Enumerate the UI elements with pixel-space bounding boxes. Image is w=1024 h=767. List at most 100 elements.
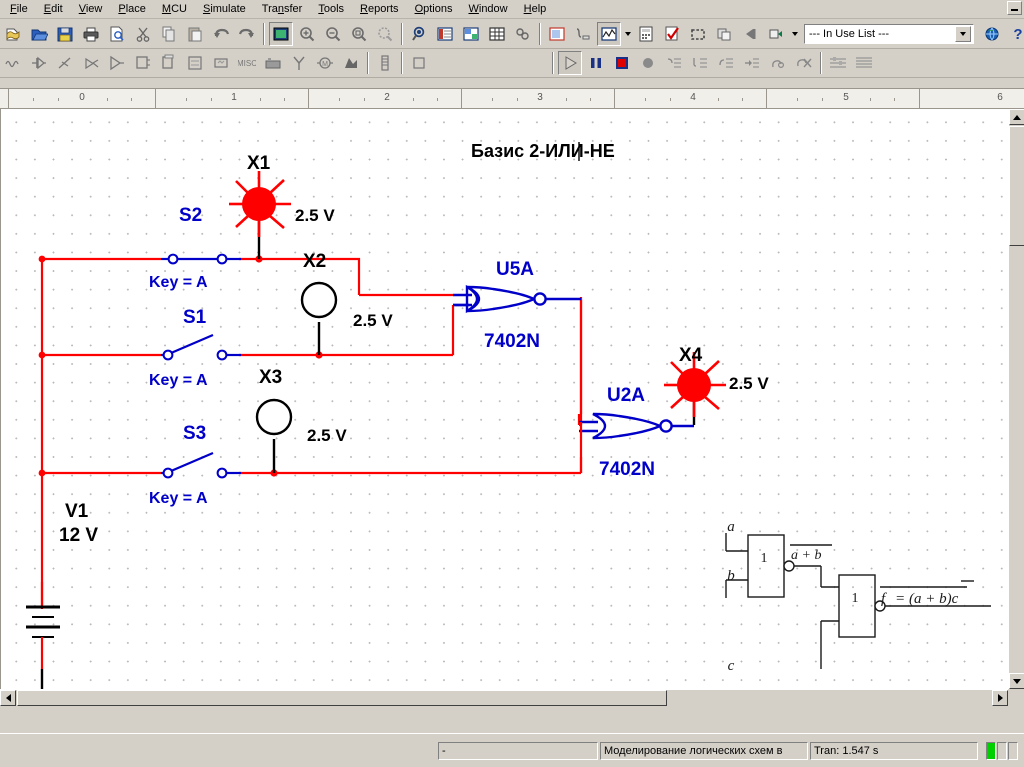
save-icon[interactable]	[53, 22, 77, 46]
menu-item-window[interactable]: Window	[460, 1, 515, 18]
misc-component-icon[interactable]	[287, 51, 311, 75]
ruler-label: 4	[690, 92, 696, 103]
transistor-component-icon[interactable]	[79, 51, 103, 75]
horizontal-scroll-thumb[interactable]	[17, 690, 667, 706]
mcu-module-icon[interactable]	[407, 51, 431, 75]
label-x4: X4	[679, 345, 703, 366]
zoom-out-icon[interactable]	[321, 22, 345, 46]
menu-item-place[interactable]: Place	[110, 1, 154, 18]
remove-breakpoints-icon[interactable]	[792, 51, 816, 75]
power-component-icon[interactable]	[261, 51, 285, 75]
analog-component-icon[interactable]	[105, 51, 129, 75]
back-annotate-icon[interactable]	[712, 22, 736, 46]
create-component-icon[interactable]	[511, 22, 535, 46]
chevron-down-icon[interactable]	[622, 23, 633, 45]
scroll-down-button[interactable]	[1009, 673, 1024, 689]
chevron-down-icon[interactable]	[789, 23, 800, 45]
menu-item-edit[interactable]: Edit	[36, 1, 71, 18]
copy-icon[interactable]	[157, 22, 181, 46]
step-out-icon[interactable]	[714, 51, 738, 75]
inset-output-lhs: f	[881, 591, 887, 607]
zoom-area-icon[interactable]	[347, 22, 371, 46]
in-use-list-combo[interactable]: --- In Use List ---	[804, 24, 974, 44]
horizontal-scrollbar[interactable]	[0, 689, 1008, 706]
mixed-component-icon[interactable]	[209, 51, 233, 75]
help-question-icon[interactable]: ?	[1006, 22, 1024, 46]
scroll-right-button[interactable]	[992, 690, 1008, 706]
forward-annotate-icon[interactable]	[738, 22, 762, 46]
label-x1-voltage: 2.5 V	[295, 206, 335, 225]
zoom-fit-icon[interactable]	[373, 22, 397, 46]
grapher-icon[interactable]	[545, 22, 569, 46]
ttl-component-icon[interactable]	[131, 51, 155, 75]
indicator-component-icon[interactable]: MISC	[235, 51, 259, 75]
memory-view-icon[interactable]	[826, 51, 850, 75]
record-icon[interactable]	[636, 51, 660, 75]
list-view-icon[interactable]	[852, 51, 876, 75]
vertical-scrollbar[interactable]	[1008, 109, 1024, 689]
in-use-list-dropdown-button[interactable]	[955, 26, 971, 42]
source-component-icon[interactable]	[1, 51, 25, 75]
inset-output-eq: =	[896, 591, 904, 607]
stop-simulation-icon[interactable]	[610, 51, 634, 75]
menu-item-file[interactable]: File	[2, 1, 36, 18]
step-over-icon[interactable]	[688, 51, 712, 75]
database-icon[interactable]	[485, 22, 509, 46]
standard-toolbar: --- In Use List --- ?	[0, 19, 1024, 49]
menu-item-view[interactable]: View	[71, 1, 111, 18]
postprocessor-icon[interactable]	[571, 22, 595, 46]
new-icon[interactable]	[1, 22, 25, 46]
schematic-canvas[interactable]: X1 2.5 V X2 2.5 V X3 2.5 V X4 2.5 V S2 K…	[0, 109, 1008, 689]
menu-item-help[interactable]: Help	[516, 1, 555, 18]
cmos-component-icon[interactable]	[157, 51, 181, 75]
misc-digital-icon[interactable]	[183, 51, 207, 75]
schematic-drawing: X1 2.5 V X2 2.5 V X3 2.5 V X4 2.5 V S2 K…	[1, 109, 1008, 689]
full-screen-icon[interactable]	[269, 22, 293, 46]
spreadsheet-view-icon[interactable]	[459, 22, 483, 46]
minimize-button[interactable]	[1007, 1, 1022, 15]
check-rules-icon[interactable]	[660, 22, 684, 46]
cut-icon[interactable]	[131, 22, 155, 46]
open-icon[interactable]	[27, 22, 51, 46]
switch-s3	[161, 453, 241, 477]
run-simulation-icon[interactable]	[558, 51, 582, 75]
paste-icon[interactable]	[183, 22, 207, 46]
electromechanical-icon[interactable]	[339, 51, 363, 75]
diode-component-icon[interactable]	[53, 51, 77, 75]
menu-item-tools[interactable]: Tools	[310, 1, 352, 18]
analysis-graph-icon[interactable]	[597, 22, 621, 46]
menu-item-options[interactable]: Options	[407, 1, 461, 18]
redo-icon[interactable]	[235, 22, 259, 46]
menu-item-simulate[interactable]: Simulate	[195, 1, 254, 18]
scroll-left-button[interactable]	[0, 690, 16, 706]
step-into-icon[interactable]	[662, 51, 686, 75]
pause-simulation-icon[interactable]	[584, 51, 608, 75]
basic-component-icon[interactable]	[27, 51, 51, 75]
toolbar-separator	[263, 23, 265, 45]
print-icon[interactable]	[79, 22, 103, 46]
menu-item-mcu[interactable]: MCU	[154, 1, 195, 18]
undo-icon[interactable]	[209, 22, 233, 46]
probe-x1	[229, 171, 291, 259]
capture-screen-area-icon[interactable]	[686, 22, 710, 46]
scroll-up-button[interactable]	[1009, 109, 1024, 125]
inset-input-b: b	[727, 568, 735, 584]
globe-icon[interactable]	[980, 22, 1004, 46]
menu-item-reports[interactable]: Reports	[352, 1, 407, 18]
magnify-icon[interactable]	[407, 22, 431, 46]
rf-component-icon[interactable]: M	[313, 51, 337, 75]
vertical-scroll-thumb[interactable]	[1009, 126, 1024, 246]
design-toolbox-icon[interactable]	[433, 22, 457, 46]
svg-text:M: M	[322, 61, 328, 68]
toggle-breakpoint-icon[interactable]	[766, 51, 790, 75]
multisim-window: File Edit View Place MCU Simulate Transf…	[0, 0, 1024, 767]
menu-item-transfer[interactable]: Transfer	[254, 1, 311, 18]
in-use-list-icon[interactable]	[764, 22, 788, 46]
ni-component-icon[interactable]	[373, 51, 397, 75]
svg-text:MISC: MISC	[238, 59, 256, 68]
ruler-label: 2	[384, 92, 390, 103]
electrical-rules-check-icon[interactable]	[634, 22, 658, 46]
zoom-in-icon[interactable]	[295, 22, 319, 46]
print-preview-icon[interactable]	[105, 22, 129, 46]
run-to-cursor-icon[interactable]	[740, 51, 764, 75]
